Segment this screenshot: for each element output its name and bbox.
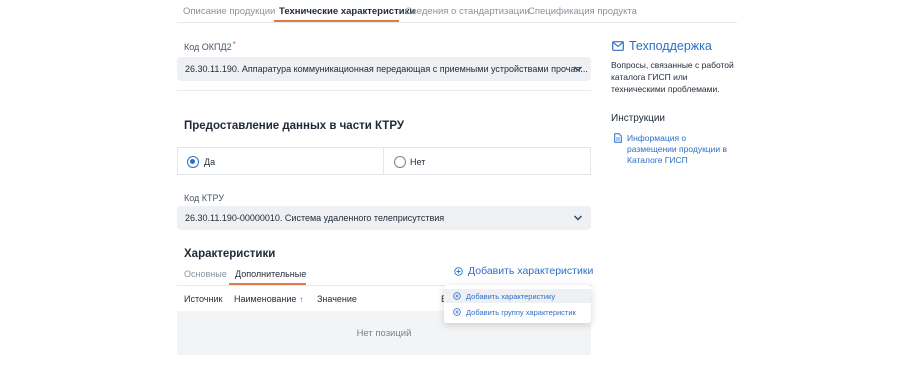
- column-header-source[interactable]: Источник: [184, 294, 222, 304]
- document-icon: [614, 133, 622, 143]
- chevron-down-icon: [573, 215, 583, 221]
- characteristics-title: Характеристики: [184, 248, 276, 260]
- subtab-additional[interactable]: Дополнительные: [235, 269, 306, 279]
- menu-item-label: Добавить характеристику: [466, 291, 556, 301]
- tab-standardization[interactable]: Сведения о стандартизации: [405, 6, 530, 17]
- tab-technical-specs[interactable]: Технические характеристики: [279, 6, 415, 17]
- column-header-value[interactable]: Значение: [317, 294, 357, 304]
- plus-circle-icon: [453, 308, 461, 316]
- radio-label-no: Нет: [410, 157, 426, 167]
- instruction-link-label: Информация о размещении продукции в Ката…: [627, 133, 728, 165]
- ktru-code-label: Код КТРУ: [184, 193, 225, 203]
- tab-description[interactable]: Описание продукции: [183, 6, 275, 17]
- radio-checked-icon[interactable]: [187, 156, 199, 168]
- add-characteristics-label: Добавить характеристики: [468, 265, 594, 277]
- plus-circle-icon: [453, 292, 461, 300]
- ktru-code-value: 26.30.11.190-00000010. Система удаленног…: [185, 213, 445, 223]
- radio-unchecked-icon[interactable]: [394, 156, 406, 168]
- empty-table-text: Нет позиций: [356, 328, 412, 339]
- sort-ascending-icon[interactable]: ↑: [299, 295, 303, 304]
- ktru-code-select[interactable]: 26.30.11.190-00000010. Система удаленног…: [177, 206, 591, 230]
- support-description: Вопросы, связанные с работой каталога ГИ…: [611, 60, 734, 94]
- tab-product-specification[interactable]: Спецификация продукта: [528, 6, 637, 17]
- chevron-down-icon: [573, 66, 583, 72]
- ktru-section-title: Предоставление данных в части КТРУ: [184, 120, 404, 132]
- add-characteristics-menu: Добавить характеристику Добавить группу …: [444, 285, 591, 323]
- active-tab-indicator: [274, 20, 399, 22]
- product-tabs: Описание продукции Технические характери…: [177, 0, 737, 23]
- radio-label-yes: Да: [204, 157, 216, 167]
- instruction-link[interactable]: Информация о размещении продукции в Ката…: [614, 133, 737, 166]
- menu-item-add-characteristic-group[interactable]: Добавить группу характеристик: [444, 305, 591, 319]
- support-link[interactable]: Техподдержка: [612, 39, 712, 53]
- plus-circle-icon: [454, 266, 463, 276]
- mail-icon: [612, 41, 624, 51]
- okpd-select[interactable]: 26.30.11.190. Аппаратура коммуникационна…: [177, 57, 591, 81]
- support-title: Техподдержка: [629, 39, 712, 53]
- radio-option-yes[interactable]: Да: [177, 147, 384, 175]
- add-characteristics-button[interactable]: Добавить характеристики: [454, 265, 593, 277]
- column-header-name-label: Наименование: [234, 294, 297, 304]
- required-mark: *: [232, 40, 236, 49]
- instructions-title: Инструкции: [611, 113, 666, 124]
- column-header-name[interactable]: Наименование ↑: [234, 294, 303, 304]
- menu-item-add-characteristic[interactable]: Добавить характеристику: [444, 289, 591, 303]
- radio-option-no[interactable]: Нет: [383, 147, 591, 175]
- okpd-label: Код ОКПД2*: [184, 40, 236, 52]
- menu-item-label: Добавить группу характеристик: [466, 307, 576, 317]
- okpd-value: 26.30.11.190. Аппаратура коммуникационна…: [185, 64, 588, 74]
- section-divider: [177, 90, 591, 91]
- subtab-main[interactable]: Основные: [184, 269, 227, 279]
